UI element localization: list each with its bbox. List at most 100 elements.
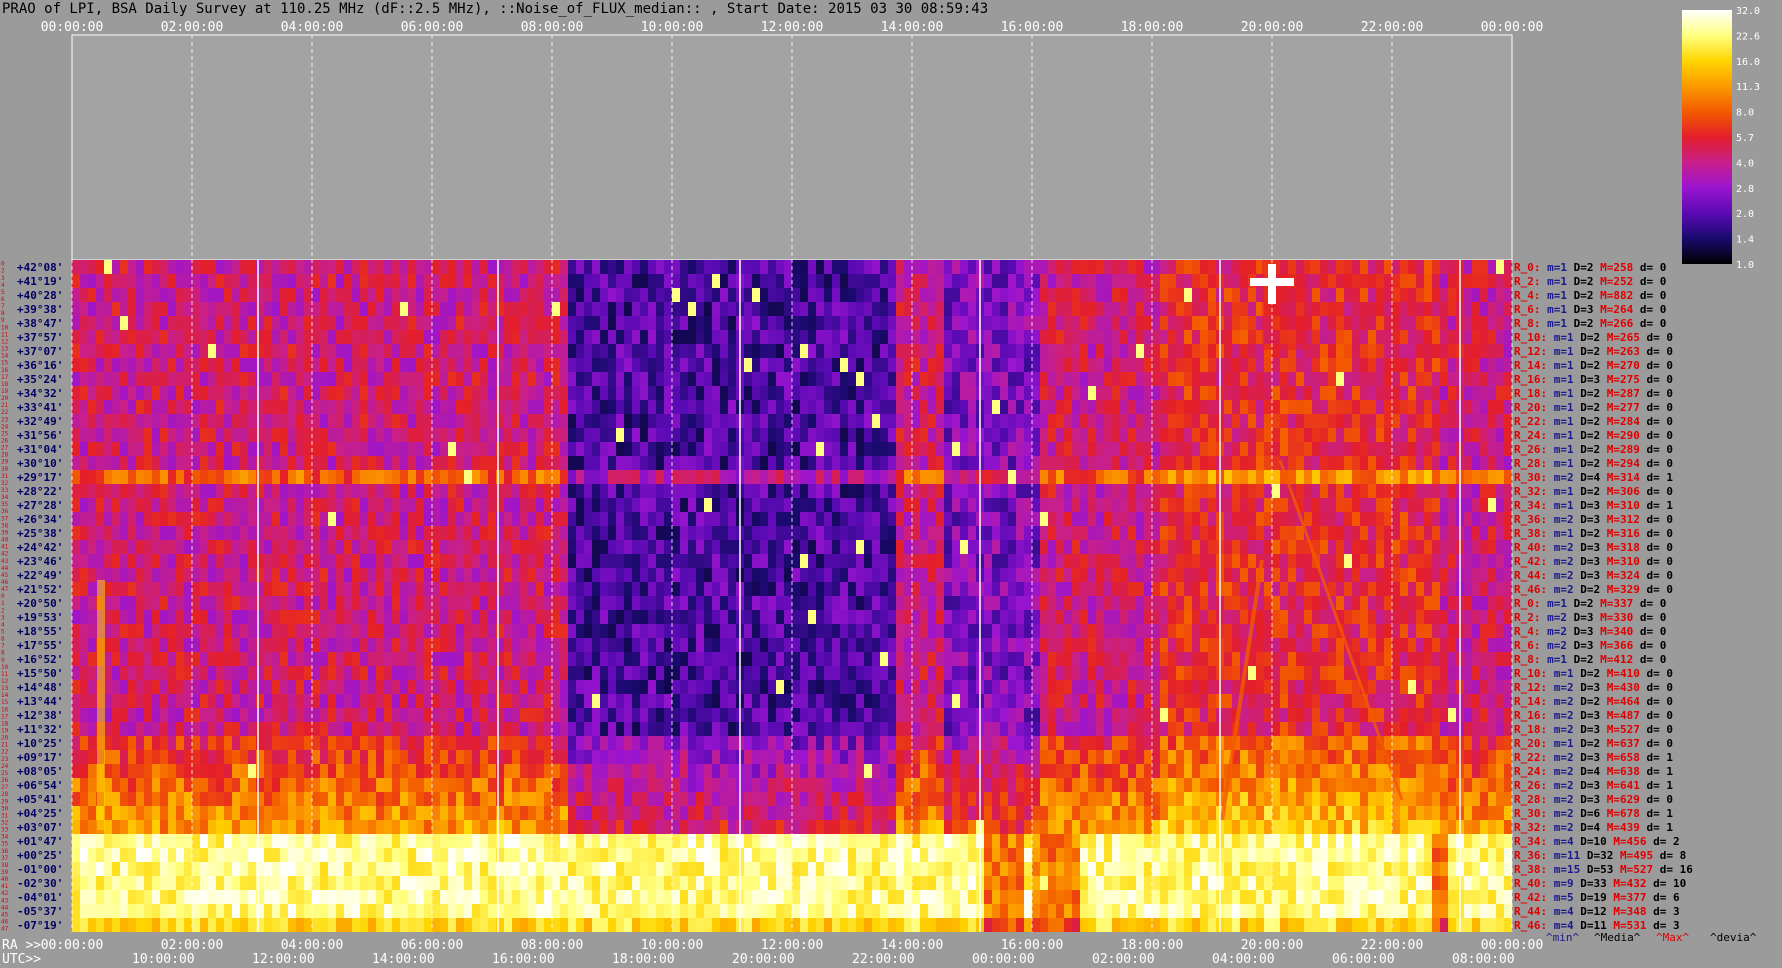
heatmap-cell — [768, 442, 776, 456]
heatmap-cell — [872, 414, 880, 428]
heatmap-cell — [528, 428, 536, 442]
heatmap-cell — [80, 428, 88, 442]
heatmap-cell — [1344, 302, 1352, 316]
heatmap-cell — [1376, 596, 1384, 610]
heatmap-cell — [1024, 540, 1032, 554]
heatmap-cell — [1112, 582, 1120, 596]
heatmap-cell — [1392, 302, 1400, 316]
heatmap-cell — [632, 498, 640, 512]
heatmap-cell — [1488, 414, 1496, 428]
heatmap-cell — [760, 526, 768, 540]
heatmap-cell — [96, 316, 104, 330]
heatmap-cell — [720, 372, 728, 386]
heatmap-cell — [464, 414, 472, 428]
heatmap-cell — [1160, 540, 1168, 554]
heatmap-cell — [696, 358, 704, 372]
heatmap-cell — [1384, 428, 1392, 442]
heatmap-cell — [1144, 344, 1152, 358]
heatmap-cell — [1296, 400, 1304, 414]
heatmap-cell — [1248, 288, 1256, 302]
heatmap-cell — [336, 554, 344, 568]
heatmap-cell — [840, 540, 848, 554]
heatmap-cell — [632, 554, 640, 568]
heatmap-cell — [1056, 316, 1064, 330]
heatmap-cell — [1024, 470, 1032, 484]
heatmap-cell — [1112, 260, 1120, 274]
heatmap-cell — [1376, 344, 1384, 358]
heatmap-cell — [776, 596, 784, 610]
heatmap-cell — [1264, 386, 1272, 400]
heatmap-cell — [280, 358, 288, 372]
heatmap-cell — [1504, 414, 1512, 428]
heatmap-cell — [496, 540, 504, 554]
heatmap-cell — [984, 638, 992, 652]
heatmap-cell — [1144, 442, 1152, 456]
heatmap-cell — [296, 400, 304, 414]
heatmap-cell — [600, 428, 608, 442]
heatmap-cell — [616, 400, 624, 414]
heatmap-cell — [1120, 386, 1128, 400]
heatmap-cell — [216, 610, 224, 624]
heatmap-cell — [776, 386, 784, 400]
heatmap-cell — [1160, 526, 1168, 540]
heatmap-cell — [1392, 540, 1400, 554]
heatmap-cell — [808, 470, 816, 484]
heatmap-cell — [176, 596, 184, 610]
heatmap-cell — [960, 596, 968, 610]
heatmap-cell — [1160, 428, 1168, 442]
heatmap-cell — [416, 330, 424, 344]
heatmap-cell — [1272, 568, 1280, 582]
heatmap-cell — [312, 540, 320, 554]
heatmap-cell — [288, 274, 296, 288]
heatmap-cell — [152, 456, 160, 470]
heatmap-cell — [752, 498, 760, 512]
heatmap-cell — [1072, 610, 1080, 624]
heatmap-cell — [192, 582, 200, 596]
heatmap-cell — [824, 414, 832, 428]
heatmap-cell — [1048, 610, 1056, 624]
heatmap-cell — [1416, 568, 1424, 582]
heatmap-cell — [456, 526, 464, 540]
heatmap-cell — [808, 386, 816, 400]
heatmap-cell — [1040, 596, 1048, 610]
heatmap-cell — [568, 540, 576, 554]
heatmap-cell — [1152, 512, 1160, 526]
heatmap-cell — [1152, 386, 1160, 400]
heatmap-cell — [1072, 470, 1080, 484]
heatmap-cell — [880, 484, 888, 498]
heatmap-cell — [944, 442, 952, 456]
heatmap-cell — [792, 330, 800, 344]
heatmap-cell — [872, 288, 880, 302]
heatmap-cell — [1200, 372, 1208, 386]
heatmap-cell — [120, 582, 128, 596]
heatmap-cell — [224, 596, 232, 610]
heatmap-cell — [448, 386, 456, 400]
heatmap-cell — [912, 624, 920, 638]
heatmap-cell — [312, 470, 320, 484]
heatmap-cell — [584, 498, 592, 512]
heatmap-cell — [1112, 358, 1120, 372]
heatmap-cell — [576, 316, 584, 330]
heatmap-cell — [920, 260, 928, 274]
heatmap-cell — [304, 568, 312, 582]
heatmap-cell — [984, 344, 992, 358]
heatmap-cell — [1168, 302, 1176, 316]
heatmap-cell — [712, 274, 720, 288]
heatmap-cell — [648, 260, 656, 274]
heatmap-cell — [656, 498, 664, 512]
heatmap-cell — [688, 470, 696, 484]
heatmap-cell — [1392, 568, 1400, 582]
heatmap-cell — [1480, 414, 1488, 428]
heatmap-cell — [680, 302, 688, 316]
heatmap-cell — [1208, 330, 1216, 344]
heatmap-cell — [704, 484, 712, 498]
heatmap-cell — [496, 568, 504, 582]
heatmap-cell — [440, 554, 448, 568]
heatmap-cell — [520, 638, 528, 652]
heatmap-cell — [88, 456, 96, 470]
heatmap-cell — [1016, 400, 1024, 414]
heatmap-cell — [144, 540, 152, 554]
heatmap-cell — [472, 274, 480, 288]
heatmap-cell — [808, 512, 816, 526]
heatmap-cell — [1400, 442, 1408, 456]
